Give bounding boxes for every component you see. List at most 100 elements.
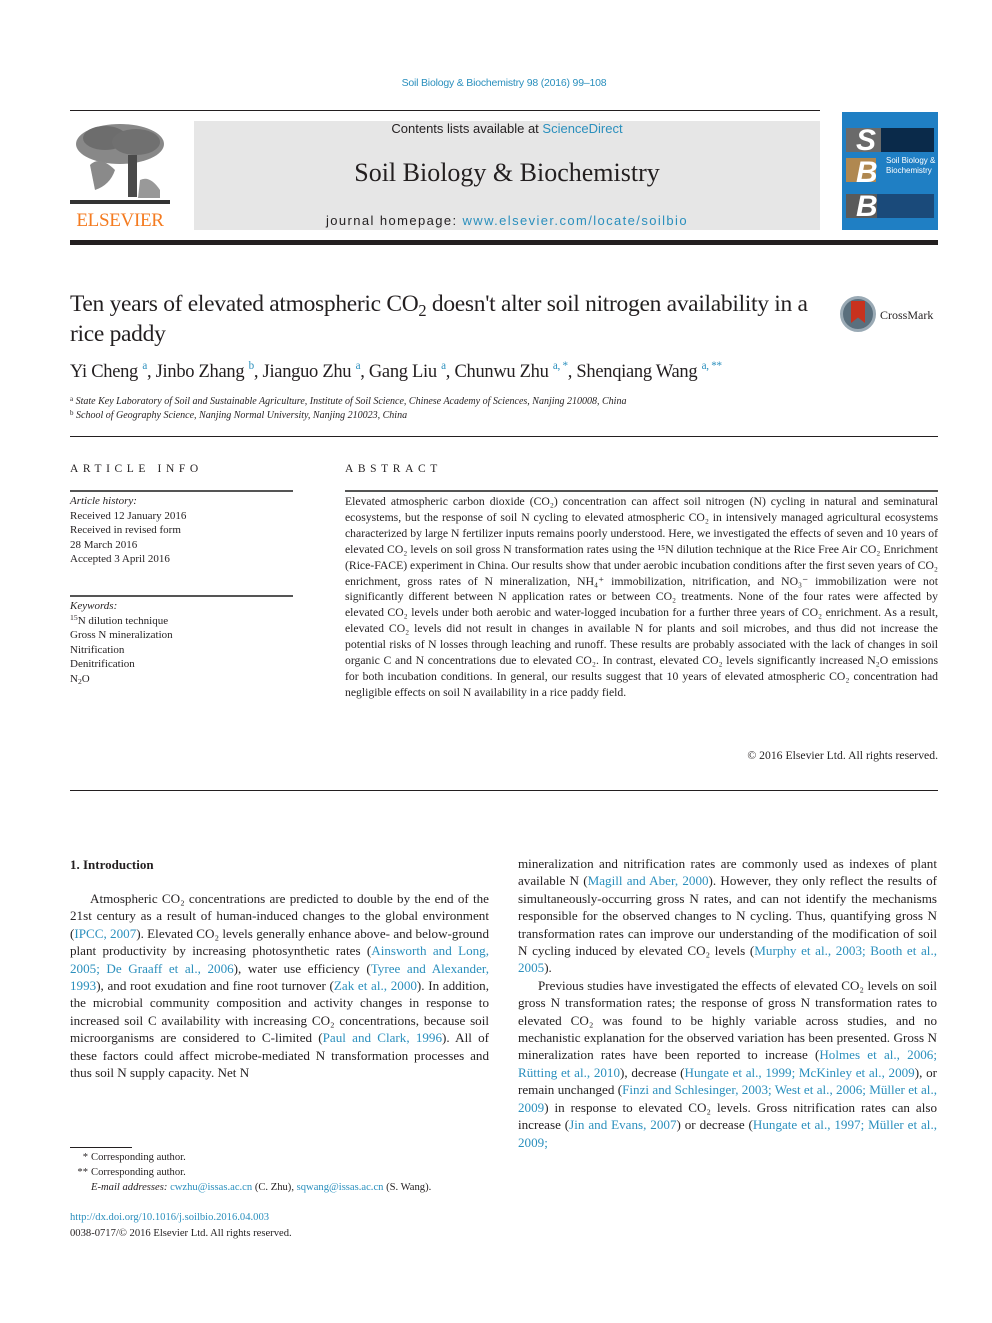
cover-letter: B bbox=[856, 156, 878, 189]
article-history: Article history: Received 12 January 201… bbox=[70, 494, 186, 567]
homepage-line: journal homepage: www.elsevier.com/locat… bbox=[194, 213, 820, 228]
email-link[interactable]: cwzhu@issas.ac.cn bbox=[170, 1182, 252, 1193]
cover-letter: S bbox=[856, 124, 877, 157]
abstract-copyright: © 2016 Elsevier Ltd. All rights reserved… bbox=[747, 749, 938, 762]
author-name[interactable]: Jianguo Zhu bbox=[263, 362, 352, 382]
history-item: Received in revised form bbox=[70, 524, 181, 536]
header-rule bbox=[70, 110, 820, 111]
cover-letter: B bbox=[856, 190, 878, 223]
author-name[interactable]: Gang Liu bbox=[369, 362, 437, 382]
journal-title: Soil Biology & Biochemistry bbox=[354, 158, 660, 187]
footnote-mark: ** bbox=[77, 1167, 88, 1178]
footnote-text: Corresponding author. bbox=[91, 1167, 186, 1178]
history-label: Article history: bbox=[70, 495, 137, 507]
article-info-heading: ARTICLE INFO bbox=[70, 463, 203, 475]
doi-block: http://dx.doi.org/10.1016/j.soilbio.2016… bbox=[70, 1210, 292, 1242]
citation-link[interactable]: IPCC, 2007 bbox=[74, 926, 136, 941]
history-item: Accepted 3 April 2016 bbox=[70, 553, 170, 565]
journal-homepage-link[interactable]: www.elsevier.com/locate/soilbio bbox=[463, 213, 688, 228]
keywords-label: Keywords: bbox=[70, 600, 118, 612]
email-owner: (S. Wang). bbox=[383, 1182, 432, 1193]
keyword-item: Nitrification bbox=[70, 643, 125, 656]
keyword-item: 15N dilution technique bbox=[70, 613, 169, 627]
abstract-heading: ABSTRACT bbox=[345, 463, 442, 475]
crossmark-label: CrossMark bbox=[880, 308, 934, 322]
title-text: Ten years of elevated atmospheric CO bbox=[70, 291, 419, 317]
homepage-prefix: journal homepage: bbox=[326, 213, 463, 228]
header-thick-rule bbox=[70, 240, 938, 245]
email-label: E-mail addresses: bbox=[91, 1182, 168, 1193]
email-link[interactable]: sqwang@issas.ac.cn bbox=[297, 1182, 384, 1193]
abstract-text: Elevated atmospheric carbon dioxide (CO₂… bbox=[345, 495, 938, 699]
footnote-mark: * bbox=[82, 1152, 88, 1163]
author-name[interactable]: Chunwu Zhu bbox=[454, 362, 548, 382]
citation-link[interactable]: Finzi and Schlesinger, 2003; West et al.… bbox=[518, 1082, 937, 1114]
affiliation: b School of Geography Science, Nanjing N… bbox=[70, 408, 408, 421]
keyword-item: Denitrification bbox=[70, 658, 135, 670]
affiliation-mark: b bbox=[70, 408, 74, 417]
footnote: ** Corresponding author. bbox=[70, 1165, 431, 1180]
paragraph: Atmospheric CO₂ concentrations are predi… bbox=[70, 891, 489, 1081]
cover-title-line: Soil Biology & bbox=[886, 156, 936, 165]
introduction-heading: 1. Introduction bbox=[70, 857, 154, 872]
history-item: Received 12 January 2016 bbox=[70, 509, 187, 522]
email-owner: (C. Zhu), bbox=[252, 1182, 297, 1193]
elsevier-logo[interactable]: ELSEVIER bbox=[70, 120, 170, 232]
body-column-left: Atmospheric CO₂ concentrations are predi… bbox=[70, 890, 489, 1081]
citation-link[interactable]: Magill and Aber, 2000 bbox=[588, 873, 709, 888]
footnotes: * Corresponding author. ** Corresponding a… bbox=[70, 1150, 431, 1195]
author-affiliation-mark[interactable]: a bbox=[356, 360, 361, 372]
keywords: Keywords: 15N dilution technique Gross N… bbox=[70, 599, 173, 686]
elsevier-wordmark: ELSEVIER bbox=[76, 210, 164, 231]
section-rule bbox=[70, 790, 938, 791]
footnote-emails: E-mail addresses: cwzhu@issas.ac.cn (C. … bbox=[70, 1180, 431, 1195]
affiliation-text: School of Geography Science, Nanjing Nor… bbox=[76, 410, 408, 421]
keyword-item: Gross N mineralization bbox=[70, 629, 173, 641]
body-column-right: mineralization and nitrification rates a… bbox=[518, 855, 937, 1151]
citation-link[interactable]: Zak et al., 2000 bbox=[334, 978, 417, 993]
section-rule bbox=[70, 436, 938, 437]
footnote: * Corresponding author. bbox=[70, 1150, 431, 1165]
citation-link[interactable]: Hungate et al., 1999; McKinley et al., 2… bbox=[684, 1065, 914, 1080]
keyword-item: N2O bbox=[70, 672, 90, 686]
formula-subscript: 2 bbox=[77, 676, 82, 686]
paragraph: Previous studies have investigated the e… bbox=[518, 977, 937, 1150]
crossmark-button[interactable]: CrossMark bbox=[840, 296, 940, 336]
journal-citation-link[interactable]: Soil Biology & Biochemistry 98 (2016) 99… bbox=[0, 77, 992, 89]
article-title: Ten years of elevated atmospheric CO2 do… bbox=[70, 289, 810, 349]
abstract-rule bbox=[345, 490, 938, 492]
affiliation: a State Key Laboratory of Soil and Susta… bbox=[70, 394, 627, 407]
history-item: 28 March 2016 bbox=[70, 538, 138, 551]
elsevier-tree-icon bbox=[70, 124, 170, 204]
author-affiliation-mark[interactable]: a bbox=[142, 360, 147, 372]
contents-prefix: Contents lists available at bbox=[391, 121, 543, 136]
author-list: Yi Cheng a, Jinbo Zhang b, Jianguo Zhu a… bbox=[70, 360, 722, 382]
affiliation-text: State Key Laboratory of Soil and Sustain… bbox=[75, 396, 627, 407]
affiliation-mark: a bbox=[70, 394, 74, 403]
author-affiliation-mark[interactable]: a, * bbox=[553, 360, 568, 372]
journal-banner: Contents lists available at ScienceDirec… bbox=[194, 121, 820, 230]
citation-link[interactable]: Jin and Evans, 2007 bbox=[569, 1117, 676, 1132]
author-name[interactable]: Yi Cheng bbox=[70, 362, 138, 382]
author-affiliation-mark[interactable]: a bbox=[441, 360, 446, 372]
doi-link[interactable]: http://dx.doi.org/10.1016/j.soilbio.2016… bbox=[70, 1212, 269, 1223]
citation-link[interactable]: Paul and Clark, 1996 bbox=[323, 1030, 442, 1045]
title-subscript: 2 bbox=[418, 300, 427, 320]
footnote-text: Corresponding author. bbox=[91, 1152, 186, 1163]
author-affiliation-mark[interactable]: b bbox=[249, 360, 255, 372]
footnote-rule bbox=[70, 1147, 132, 1148]
isotope-superscript: 15 bbox=[70, 613, 78, 623]
author-affiliation-mark[interactable]: a, ** bbox=[702, 360, 722, 372]
author-name[interactable]: Jinbo Zhang bbox=[156, 362, 245, 382]
contents-line: Contents lists available at ScienceDirec… bbox=[194, 121, 820, 136]
article-info-rule bbox=[70, 490, 293, 492]
citation-link[interactable]: Murphy et al., 2003; Booth et al., 2005 bbox=[518, 943, 937, 975]
cover-title-line: Biochemistry bbox=[886, 166, 932, 175]
sciencedirect-link[interactable]: ScienceDirect bbox=[542, 121, 622, 136]
cover-title: Soil Biology & Biochemistry bbox=[886, 156, 935, 176]
keywords-rule bbox=[70, 595, 293, 597]
journal-cover-thumbnail[interactable]: S B B Soil Biology & Biochemistry bbox=[842, 112, 938, 230]
issn-copyright: 0038-0717/© 2016 Elsevier Ltd. All right… bbox=[70, 1228, 292, 1239]
paragraph: mineralization and nitrification rates a… bbox=[518, 856, 938, 976]
author-name[interactable]: Shenqiang Wang bbox=[576, 362, 697, 382]
